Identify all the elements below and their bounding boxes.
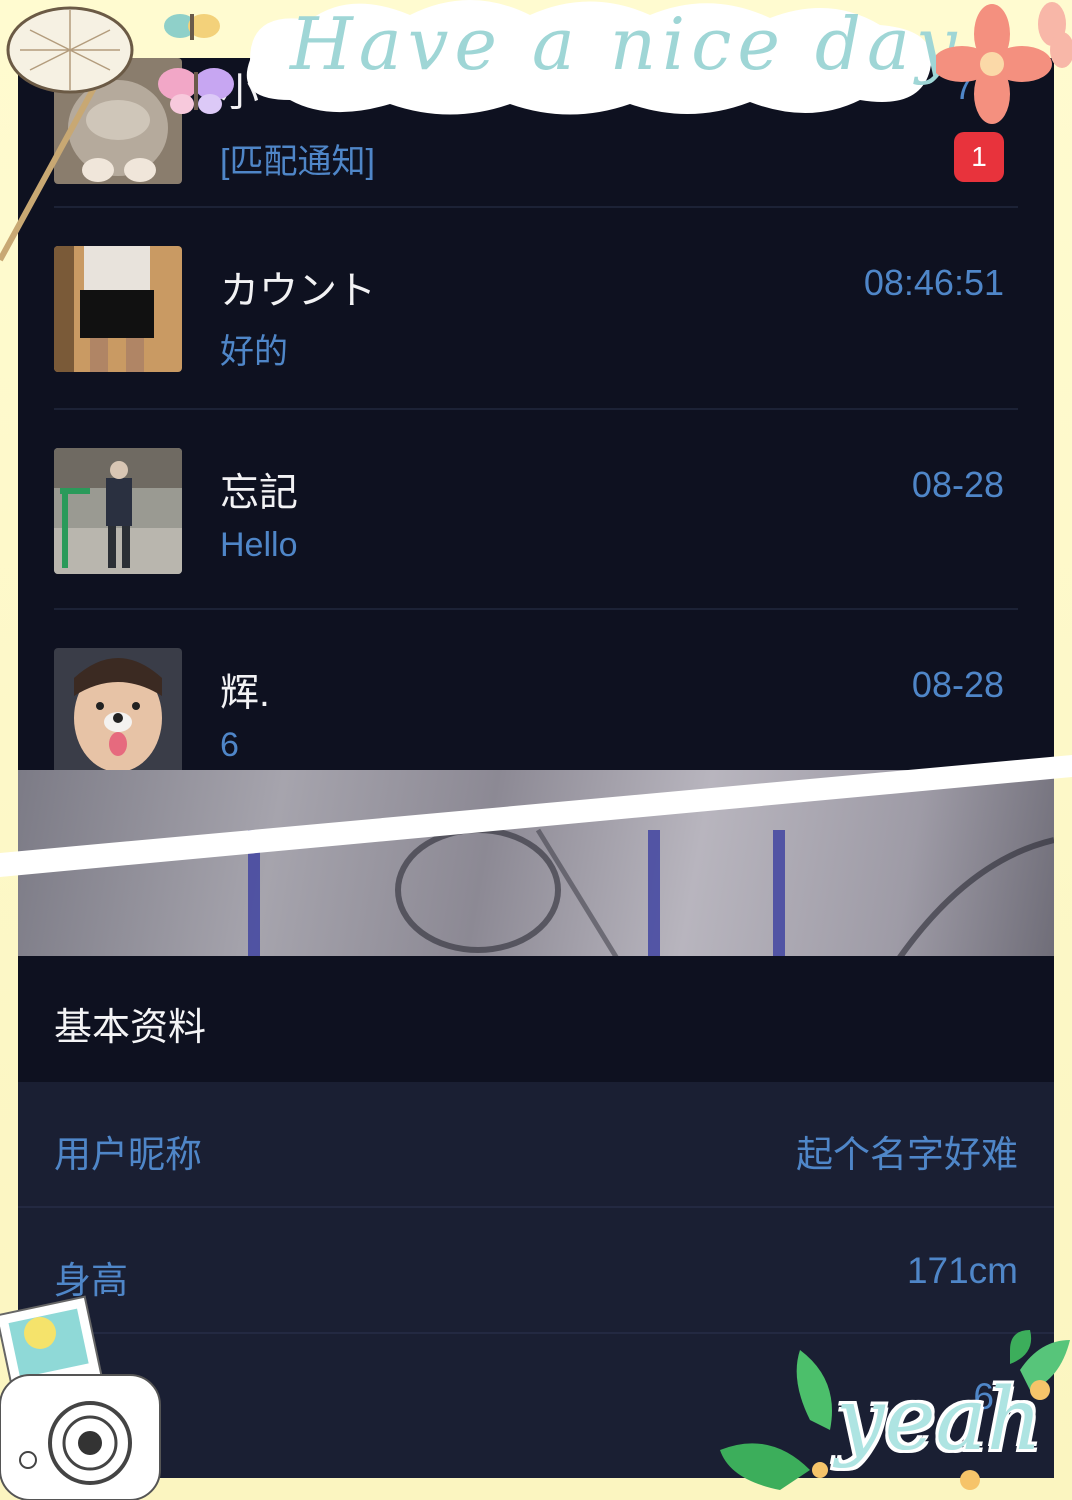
chat-name: 忘記 <box>220 472 299 515</box>
chat-name: カウント <box>220 270 377 313</box>
chat-name: 辉. <box>220 672 270 715</box>
camera-icon <box>0 1295 161 1500</box>
profile-row-height[interactable]: 身高 171cm <box>18 1208 1054 1334</box>
chat-row[interactable]: 忘記 Hello 08-28 <box>54 410 1018 610</box>
chat-time: 08:46:51 <box>863 262 1004 303</box>
section-title: 基本资料 <box>54 1007 207 1049</box>
chat-row[interactable]: カウント 好的 08:46:51 <box>54 210 1018 410</box>
chat-time: 08-28 <box>911 664 1004 705</box>
unread-badge: 1 <box>954 132 1004 182</box>
paper-tear <box>0 755 1072 877</box>
sticker-title: Have a nice day <box>290 2 963 86</box>
profile-row-nickname[interactable]: 用户昵称 起个名字好难 <box>18 1082 1054 1208</box>
sticker-footer: yeah <box>836 1370 1043 1470</box>
row-label: 用户昵称 <box>54 1134 202 1175</box>
butterfly-net-icon <box>0 6 134 262</box>
row-value: 171cm <box>906 1250 1018 1291</box>
row-divider <box>54 206 1018 208</box>
chat-preview: 好的 <box>220 333 288 371</box>
chat-preview: Hello <box>220 526 298 564</box>
person-street-avatar[interactable] <box>54 448 182 574</box>
flower-icon <box>936 2 1072 124</box>
chat-time: 08-28 <box>911 464 1004 505</box>
butterfly-icon <box>164 14 220 40</box>
chat-preview: [匹配通知] <box>220 143 375 181</box>
row-value: 起个名字好难 <box>796 1134 1018 1175</box>
butterfly-icon <box>158 68 234 114</box>
